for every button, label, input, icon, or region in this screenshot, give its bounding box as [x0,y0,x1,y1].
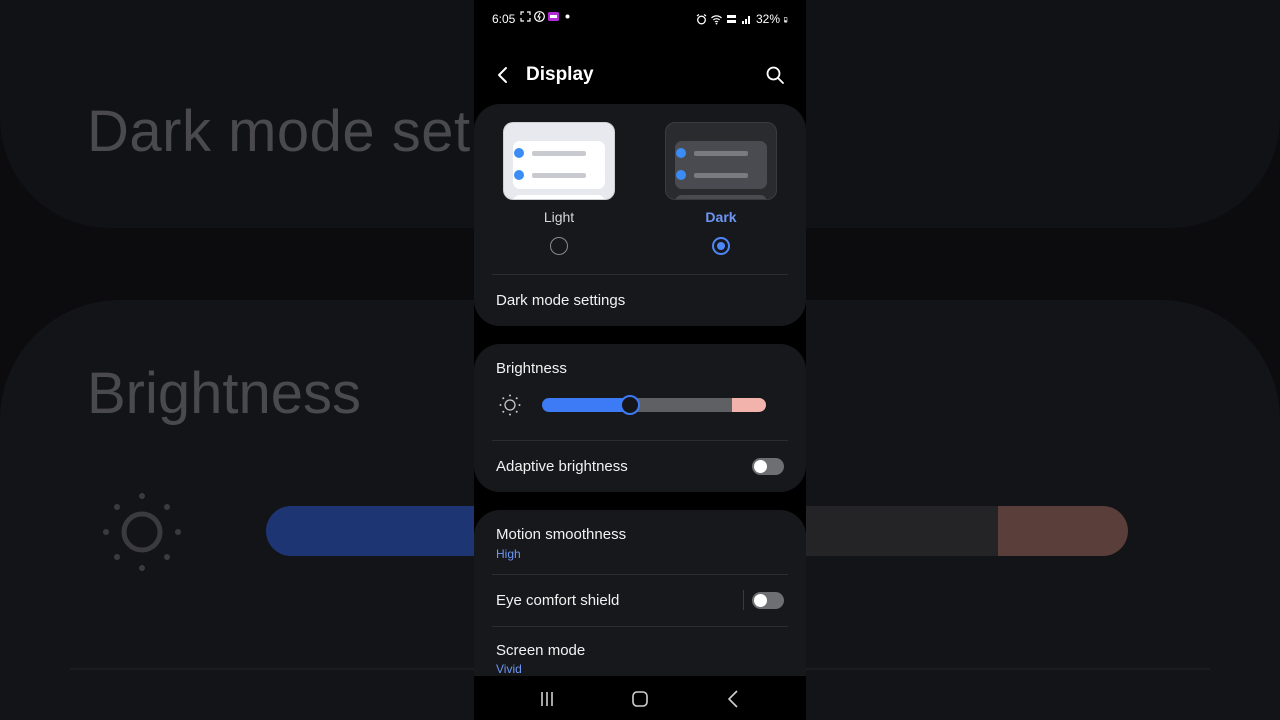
brightness-card: Brightness Adaptive brightness [474,344,806,492]
eye-comfort-shield-label[interactable]: Eye comfort shield [496,592,619,609]
background-slider-hot [998,506,1128,556]
theme-option-light[interactable]: Light [503,122,615,255]
dark-mode-settings-item[interactable]: Dark mode settings [496,292,625,309]
chevron-left-icon[interactable] [492,64,514,86]
phone-screen: 6:05 32% Display Light Dark Dark mode se… [474,0,806,720]
brightness-slider-extra-range [732,398,766,412]
system-icons: 32% [696,12,790,26]
light-theme-preview [503,122,615,200]
adaptive-brightness-toggle[interactable] [752,458,784,475]
screen-mode-item[interactable]: Screen mode Vivid [474,627,806,676]
vertical-separator [743,590,744,610]
brightness-label: Brightness [496,360,567,377]
back-icon[interactable] [723,688,745,710]
video-app-icon [548,12,559,21]
screen-capture-icon [520,11,531,22]
screen-mode-value: Vivid [496,662,522,676]
brightness-slider-track [630,398,732,412]
wifi-icon [711,14,722,24]
dark-radio-button[interactable] [712,237,730,255]
status-time: 6:05 [492,12,516,26]
divider [492,274,788,275]
motion-smoothness-item[interactable]: Motion smoothness High [474,510,806,574]
search-icon[interactable] [764,64,786,86]
divider [492,574,788,575]
display-settings-card: Motion smoothness High Eye comfort shiel… [474,510,806,676]
brightness-slider-handle[interactable] [620,395,640,415]
adaptive-brightness-label: Adaptive brightness [496,458,628,475]
status-bar: 6:05 32% [474,0,806,38]
alarm-icon [696,13,707,24]
sun-icon [103,493,181,571]
theme-card: Light Dark Dark mode settings [474,104,806,326]
navigation-bar [474,676,806,720]
home-icon[interactable] [629,688,651,710]
dark-theme-preview [665,122,777,200]
background-heading: Brightness [87,361,362,426]
background-slider-track [805,506,998,556]
light-radio-button[interactable] [550,237,568,255]
motion-smoothness-value: High [496,547,521,561]
sun-icon [499,394,521,416]
app-bar: Display [474,50,806,100]
theme-option-dark[interactable]: Dark [665,122,777,255]
brightness-slider-fill [542,398,630,412]
theme-label-light: Light [543,209,575,225]
more-notifications-icon [565,14,570,19]
volte-icon [726,14,736,23]
screen-mode-label: Screen mode [496,642,586,659]
motion-smoothness-label: Motion smoothness [496,526,627,543]
battery-icon [784,16,788,22]
app-notification-icon [534,11,545,22]
divider [492,440,788,441]
recents-icon[interactable] [536,688,558,710]
theme-label-dark: Dark [705,209,737,225]
battery-percent: 32% [755,12,780,26]
eye-comfort-shield-toggle[interactable] [752,592,784,609]
page-title: Display [526,64,594,85]
background-heading: Dark mode set [87,99,471,164]
brightness-slider[interactable] [542,395,768,415]
notification-icons [520,11,573,22]
signal-icon [741,15,750,24]
